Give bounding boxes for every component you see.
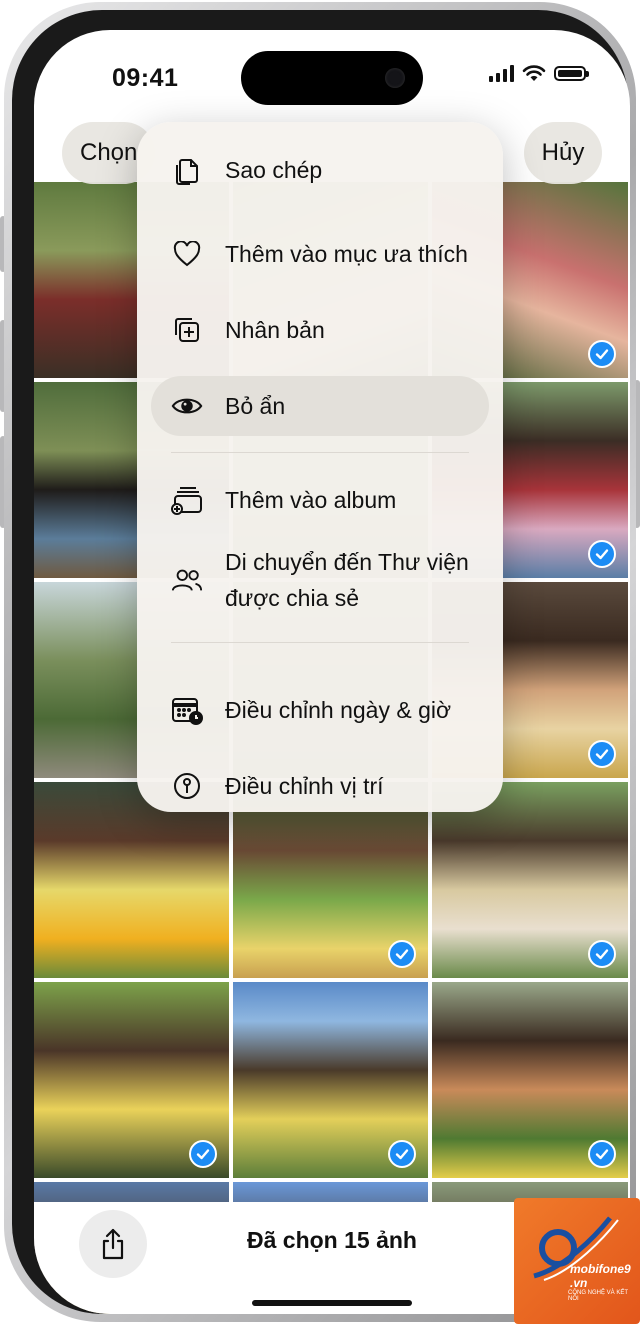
add-album-icon [171, 484, 203, 516]
calendar-clock-icon [171, 694, 203, 726]
mobifone-logo-icon [533, 1216, 619, 1281]
photo-thumbnail[interactable] [34, 982, 229, 1178]
status-time: 09:41 [112, 64, 179, 92]
menu-item-label: Nhân bản [225, 317, 325, 343]
selected-checkmark-icon [588, 1140, 616, 1168]
menu-item-adjust-date-time[interactable]: Điều chỉnh ngày & giờ [151, 670, 489, 750]
duplicate-icon [171, 314, 203, 346]
menu-item-duplicate[interactable]: Nhân bản [151, 308, 489, 352]
cellular-signal-icon [489, 64, 514, 82]
menu-separator [171, 452, 469, 453]
selected-checkmark-icon [588, 540, 616, 568]
eye-icon [171, 390, 203, 422]
phone-bezel: 09:41 Chọn Hủy Sao chép Thêm vào mục ưa … [12, 10, 630, 1314]
menu-item-add-to-album[interactable]: Thêm vào album [151, 478, 489, 522]
menu-item-move-to-shared-library[interactable]: Di chuyển đến Thư viện được chia sẻ [151, 540, 489, 620]
menu-item-label: Bỏ ẩn [225, 393, 286, 419]
menu-item-label: Sao chép [225, 157, 323, 183]
status-icons [489, 64, 589, 82]
photo-thumbnail[interactable] [432, 982, 628, 1178]
context-menu: Sao chép Thêm vào mục ưa thích Nhân bản … [137, 122, 503, 812]
selected-checkmark-icon [388, 1140, 416, 1168]
menu-item-label: Điều chỉnh ngày & giờ [225, 697, 452, 723]
selected-checkmark-icon [189, 1140, 217, 1168]
select-button-label: Chọn [80, 139, 138, 166]
selected-checkmark-icon [588, 340, 616, 368]
location-pin-icon [171, 770, 203, 802]
menu-item-adjust-location[interactable]: Điều chỉnh vị trí [151, 764, 489, 808]
watermark-logo: mobifone9 .vn CÔNG NGHỆ VÀ KẾT NỐI [514, 1198, 640, 1324]
watermark-tagline: CÔNG NGHỆ VÀ KẾT NỐI [568, 1290, 628, 1302]
photo-thumbnail[interactable] [233, 982, 428, 1178]
phone-frame: 09:41 Chọn Hủy Sao chép Thêm vào mục ưa … [4, 2, 636, 1322]
heart-icon [171, 238, 203, 270]
menu-item-label: Di chuyển đến Thư viện được chia sẻ [225, 549, 469, 611]
status-bar: 09:41 [34, 30, 630, 130]
wifi-icon [522, 65, 546, 81]
battery-icon [554, 65, 589, 81]
menu-item-label: Thêm vào mục ưa thích [225, 241, 468, 267]
selected-checkmark-icon [388, 940, 416, 968]
front-camera [385, 68, 405, 88]
copy-icon [171, 154, 203, 186]
home-indicator [252, 1300, 412, 1306]
screen: 09:41 Chọn Hủy Sao chép Thêm vào mục ưa … [34, 30, 630, 1314]
selected-checkmark-icon [588, 740, 616, 768]
menu-separator [171, 642, 469, 643]
cancel-button[interactable]: Hủy [524, 122, 602, 184]
watermark-brand: mobifone9 .vn [570, 1262, 631, 1290]
shared-library-icon [171, 564, 203, 596]
menu-item-add-favorite[interactable]: Thêm vào mục ưa thích [151, 214, 489, 294]
dynamic-island [241, 51, 423, 105]
menu-item-label: Điều chỉnh vị trí [225, 773, 384, 799]
menu-item-copy[interactable]: Sao chép [151, 148, 489, 192]
menu-item-unhide[interactable]: Bỏ ẩn [151, 376, 489, 436]
selected-checkmark-icon [588, 940, 616, 968]
menu-item-label: Thêm vào album [225, 487, 397, 513]
cancel-button-label: Hủy [541, 139, 585, 166]
